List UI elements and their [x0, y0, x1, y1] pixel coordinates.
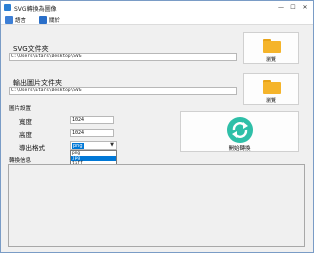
output-folder-browse-button[interactable]: 瀏覽 — [243, 73, 299, 105]
height-label: 高度 — [19, 131, 32, 139]
svg-folder-browse-button[interactable]: 瀏覽 — [243, 32, 299, 64]
svg-folder-path-input[interactable]: C:\Users\Etars\Desktop\SVG — [9, 53, 237, 61]
output-folder-browse-label: 瀏覽 — [265, 98, 276, 104]
info-icon — [39, 15, 47, 24]
maximize-button[interactable]: ☐ — [287, 3, 299, 12]
width-label: 寬度 — [19, 118, 32, 126]
folder-icon — [263, 80, 281, 94]
menu-about[interactable]: 關於 — [39, 15, 60, 24]
format-label: 導出格式 — [19, 144, 45, 152]
log-output[interactable] — [8, 164, 305, 247]
window-controls: — ☐ ✕ — [275, 3, 311, 12]
close-button[interactable]: ✕ — [299, 3, 311, 12]
menu-bar: 語言 關於 — [1, 14, 313, 25]
menu-language[interactable]: 語言 — [5, 15, 26, 24]
menu-language-label: 語言 — [15, 17, 27, 24]
menu-about-label: 關於 — [49, 17, 61, 24]
title-bar: SVG轉換為圖像 — ☐ ✕ — [1, 1, 313, 14]
format-select[interactable]: png ▼ — [70, 141, 117, 150]
app-icon — [4, 4, 11, 11]
format-selected-value: png — [72, 143, 84, 149]
translate-icon — [5, 15, 13, 24]
start-convert-label: 開始轉換 — [228, 146, 251, 152]
log-label: 轉換信息 — [9, 158, 32, 164]
width-input[interactable]: 1024 — [70, 116, 114, 124]
minimize-button[interactable]: — — [275, 3, 287, 12]
output-folder-path-input[interactable]: C:\Users\Etars\Desktop\SVG — [9, 87, 237, 95]
image-settings-label: 圖片設置 — [9, 106, 32, 112]
app-window: SVG轉換為圖像 — ☐ ✕ 語言 關於 SVG文件夾 C:\Users\Eta… — [0, 0, 314, 253]
refresh-icon — [227, 117, 253, 143]
chevron-down-icon[interactable]: ▼ — [108, 142, 116, 149]
window-title: SVG轉換為圖像 — [14, 6, 57, 13]
svg-folder-browse-label: 瀏覽 — [265, 57, 276, 63]
height-input[interactable]: 1024 — [70, 129, 114, 137]
start-convert-button[interactable]: 開始轉換 — [180, 111, 299, 152]
folder-icon — [263, 39, 281, 53]
